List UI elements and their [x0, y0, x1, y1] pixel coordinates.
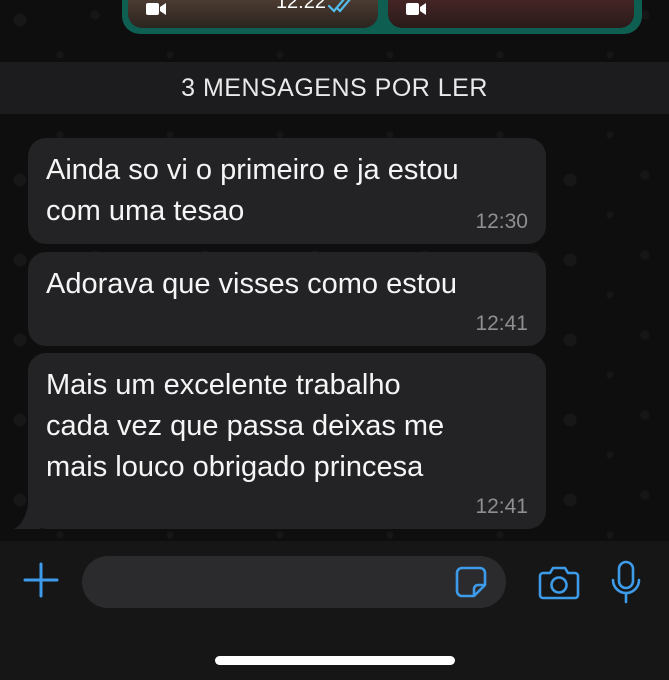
- double-check-icon: [328, 0, 351, 13]
- video-thumbnail-2[interactable]: [388, 0, 634, 28]
- bubble-tail: [14, 506, 40, 529]
- home-indicator[interactable]: [215, 656, 455, 665]
- plus-icon[interactable]: [22, 561, 60, 599]
- outgoing-media-message[interactable]: 12:22: [122, 0, 642, 34]
- incoming-message[interactable]: Mais um excelente trabalho cada vez que …: [28, 353, 546, 529]
- video-camera-icon: [406, 3, 426, 15]
- unread-messages-banner: 3 MENSAGENS POR LER: [0, 62, 669, 114]
- incoming-message[interactable]: Ainda so vi o primeiro e ja estou com um…: [28, 138, 546, 244]
- media-timestamp: 12:22: [275, 0, 326, 13]
- incoming-message[interactable]: Adorava que visses como estou 12:41: [28, 252, 546, 346]
- microphone-icon[interactable]: [610, 560, 642, 604]
- message-time: 12:41: [475, 312, 528, 335]
- chat-area: 12:22 3 MENSAGENS POR LER Ainda so vi o …: [0, 0, 669, 541]
- message-time: 12:41: [475, 495, 528, 518]
- camera-icon[interactable]: [538, 563, 580, 601]
- message-text: Adorava que visses como estou: [46, 268, 458, 300]
- message-text: Ainda so vi o primeiro e ja estou com um…: [46, 154, 459, 227]
- video-thumbnail-1[interactable]: 12:22: [128, 0, 378, 28]
- message-text: Mais um excelente trabalho cada vez que …: [46, 369, 445, 483]
- message-time: 12:30: [475, 210, 528, 233]
- video-camera-icon: [146, 3, 166, 15]
- message-input[interactable]: [82, 556, 506, 608]
- sticker-icon[interactable]: [454, 565, 488, 599]
